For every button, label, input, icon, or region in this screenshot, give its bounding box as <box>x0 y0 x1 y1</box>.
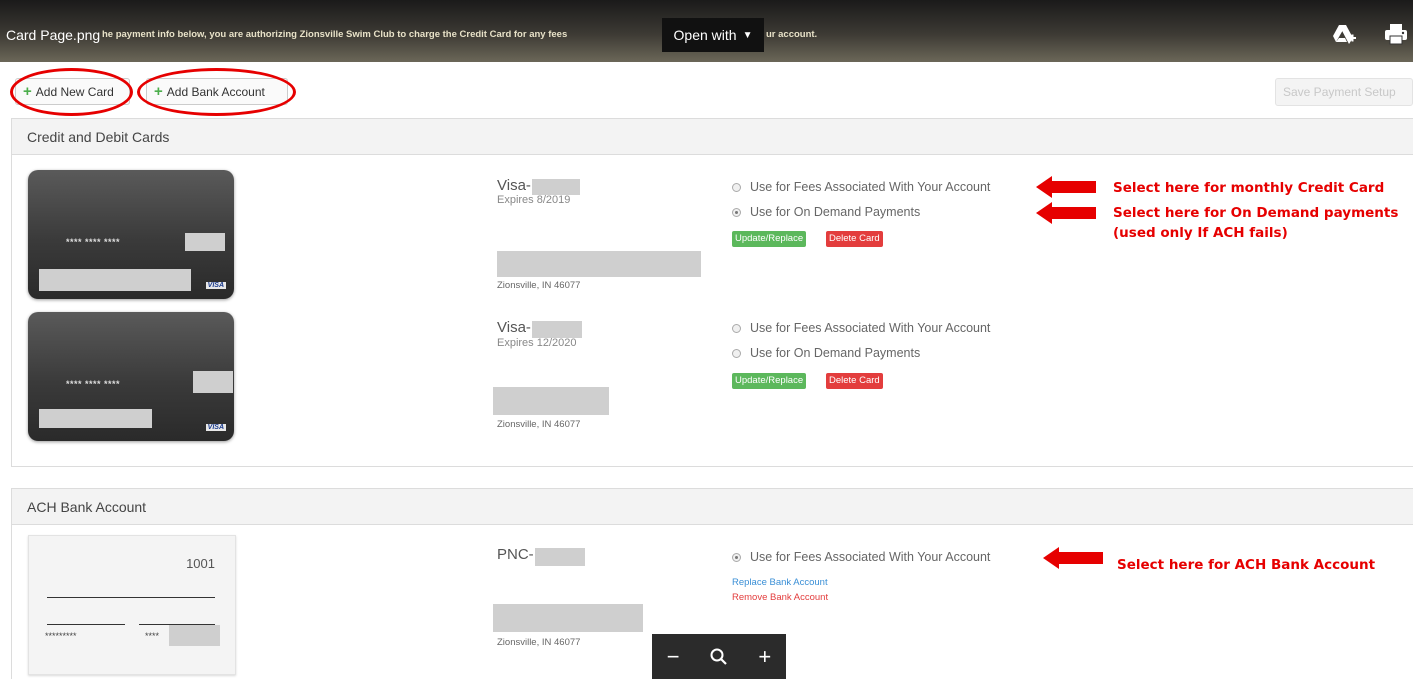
redacted-cardholder <box>39 269 191 291</box>
bank-info: PNC- <box>497 546 585 566</box>
viewer-top-bar: Card Page.png he payment info below, you… <box>0 0 1413 62</box>
delete-card-button[interactable]: Delete Card <box>826 373 883 389</box>
card-info: Visa- Expires 8/2019 <box>497 177 580 206</box>
option-fees-bank[interactable]: Use for Fees Associated With Your Accoun… <box>732 550 990 564</box>
panel-title: Credit and Debit Cards <box>12 119 1413 155</box>
option-fees-card-2[interactable]: Use for Fees Associated With Your Accoun… <box>732 321 990 335</box>
card-brand: Visa- <box>497 177 531 194</box>
redacted-cardholder <box>39 409 152 428</box>
panel-title: ACH Bank Account <box>12 489 1413 525</box>
option-label: Use for On Demand Payments <box>750 346 921 360</box>
redacted-digits <box>185 233 225 251</box>
add-new-card-label: Add New Card <box>35 84 114 99</box>
redacted-digits <box>193 371 233 393</box>
redacted-last-digits <box>531 321 582 338</box>
zoom-out-button[interactable]: − <box>667 644 680 670</box>
red-arrow-left-icon <box>1036 176 1096 198</box>
radio-button-selected[interactable] <box>732 207 741 217</box>
print-icon[interactable] <box>1383 22 1409 46</box>
check-number: 1001 <box>186 556 215 571</box>
plus-icon: + <box>154 83 163 100</box>
card-info: Visa- Expires 12/2020 <box>497 319 582 349</box>
option-label: Use for Fees Associated With Your Accoun… <box>750 180 991 194</box>
plus-icon: + <box>23 83 32 100</box>
update-replace-button[interactable]: Update/Replace <box>732 231 807 247</box>
radio-button-selected[interactable] <box>732 552 741 562</box>
zoom-search-icon[interactable] <box>709 647 729 667</box>
masked-card-number: **** **** **** <box>66 379 121 389</box>
red-arrow-left-icon <box>1043 547 1103 569</box>
update-replace-button[interactable]: Update/Replace <box>732 373 807 389</box>
redacted-last-digits <box>531 179 580 195</box>
check-line <box>47 597 215 598</box>
card-city: Zionsville, IN 46077 <box>497 419 581 430</box>
option-label: Use for Fees Associated With Your Accoun… <box>750 321 991 335</box>
delete-card-button[interactable]: Delete Card <box>826 231 883 247</box>
card-expiry: Expires 12/2020 <box>497 337 577 349</box>
option-fees-card-1[interactable]: Use for Fees Associated With Your Accoun… <box>732 180 990 194</box>
caret-down-icon: ▼ <box>742 29 753 41</box>
zoom-controls: − + <box>652 634 786 679</box>
add-bank-account-label: Add Bank Account <box>166 84 265 99</box>
card-city: Zionsville, IN 46077 <box>497 280 581 291</box>
account-masked: **** <box>145 631 160 641</box>
bank-city: Zionsville, IN 46077 <box>497 637 581 648</box>
masked-card-number: **** **** **** <box>66 237 121 247</box>
redacted-address <box>497 251 701 277</box>
option-label: Use for On Demand Payments <box>750 205 921 219</box>
credit-card-image: **** **** **** VISA <box>28 312 234 441</box>
red-arrow-left-icon <box>1036 202 1096 224</box>
bank-brand: PNC- <box>497 546 534 563</box>
bank-check-image: 1001 ********* **** <box>28 535 236 675</box>
option-ondemand-card-2[interactable]: Use for On Demand Payments <box>732 346 920 360</box>
credit-card-image: **** **** **** VISA <box>28 170 234 299</box>
replace-bank-account-link[interactable]: Replace Bank Account <box>732 577 828 588</box>
check-line <box>47 624 125 625</box>
redacted-address <box>493 604 643 632</box>
zoom-in-button[interactable]: + <box>758 644 771 670</box>
drive-add-icon[interactable] <box>1331 22 1357 46</box>
annotation-monthly: Select here for monthly Credit Card <box>1113 180 1385 196</box>
option-ondemand-card-1[interactable]: Use for On Demand Payments <box>732 205 920 219</box>
radio-button[interactable] <box>732 348 741 358</box>
open-with-button[interactable]: Open with ▼ <box>662 18 764 52</box>
annotation-ach: Select here for ACH Bank Account <box>1117 557 1376 573</box>
card-brand: Visa- <box>497 319 531 336</box>
radio-button[interactable] <box>732 182 741 192</box>
annotation-ondemand-note: (used only If ACH fails) <box>1113 225 1288 241</box>
open-with-label: Open with <box>673 27 737 43</box>
add-new-card-button[interactable]: + Add New Card <box>15 78 130 105</box>
annotation-ondemand: Select here for On Demand payments <box>1113 205 1399 221</box>
remove-bank-account-link[interactable]: Remove Bank Account <box>732 592 828 603</box>
card-expiry: Expires 8/2019 <box>497 194 571 206</box>
redacted-address <box>493 387 609 415</box>
add-bank-account-button[interactable]: + Add Bank Account <box>146 78 288 105</box>
option-label: Use for Fees Associated With Your Accoun… <box>750 550 991 564</box>
authorization-text-end: ur account. <box>766 29 818 40</box>
save-payment-setup-button[interactable]: Save Payment Setup <box>1275 78 1413 106</box>
radio-button[interactable] <box>732 323 741 333</box>
visa-logo-icon: VISA <box>205 282 226 289</box>
redacted-account-digits <box>169 625 220 646</box>
file-title: Card Page.png <box>6 27 101 43</box>
routing-masked: ********* <box>45 631 77 641</box>
visa-logo-icon: VISA <box>205 424 226 431</box>
authorization-text: he payment info below, you are authorizi… <box>102 29 568 40</box>
redacted-last-digits <box>534 548 585 566</box>
